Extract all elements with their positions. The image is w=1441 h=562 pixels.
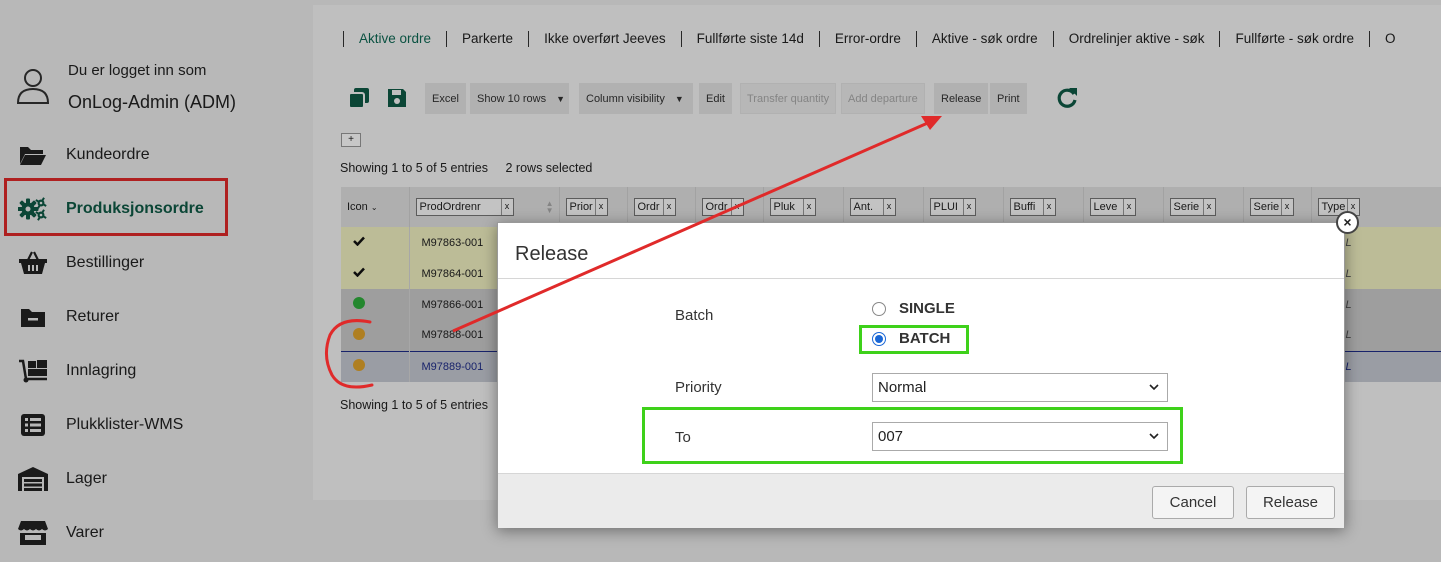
priority-label: Priority [675, 379, 722, 396]
radio-button[interactable] [872, 301, 886, 316]
dialog-title: Release [498, 223, 1344, 279]
priority-value: Normal [878, 379, 927, 396]
release-button[interactable]: Release [1246, 486, 1335, 519]
radio-single[interactable]: SINGLE [872, 300, 955, 317]
close-icon[interactable]: × [1336, 211, 1359, 234]
batch-label: Batch [675, 307, 714, 324]
annotation-green-box [642, 407, 1183, 464]
annotation-green-box [859, 325, 969, 354]
release-dialog: Release × Batch SINGLE BATCH Priority No… [497, 211, 1359, 528]
radio-single-label: SINGLE [899, 300, 955, 317]
cancel-button[interactable]: Cancel [1152, 486, 1234, 519]
priority-select[interactable]: Normal [872, 373, 1168, 402]
chevron-down-icon [1149, 384, 1159, 391]
dialog-footer: Cancel Release [498, 473, 1344, 528]
